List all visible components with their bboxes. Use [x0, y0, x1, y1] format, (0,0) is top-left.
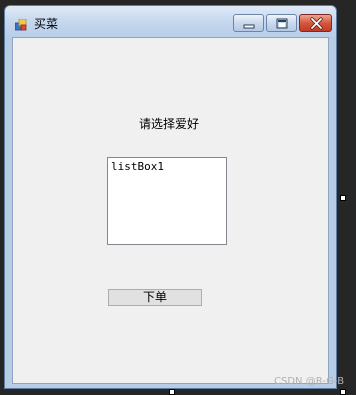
title-bar[interactable]: 买菜	[5, 6, 336, 37]
watermark: CSDN @R-G-B	[274, 376, 345, 387]
order-button[interactable]: 下单	[108, 289, 202, 306]
close-button[interactable]	[299, 14, 332, 32]
resize-handle-bottom[interactable]	[169, 389, 175, 395]
listbox-item[interactable]: listBox1	[111, 160, 164, 173]
hobby-listbox[interactable]: listBox1	[107, 157, 227, 245]
resize-handle-right[interactable]	[340, 195, 346, 201]
app-icon	[14, 16, 27, 31]
form-window: 买菜 请选择爱好 listBox1 下单	[4, 5, 337, 389]
minimize-button[interactable]	[233, 14, 264, 32]
maximize-button[interactable]	[266, 14, 297, 32]
hobby-prompt-label: 请选择爱好	[139, 117, 200, 131]
window-title: 买菜	[34, 17, 59, 31]
form-client-area: 请选择爱好 listBox1 下单	[12, 37, 329, 384]
resize-handle-corner[interactable]	[340, 389, 346, 395]
